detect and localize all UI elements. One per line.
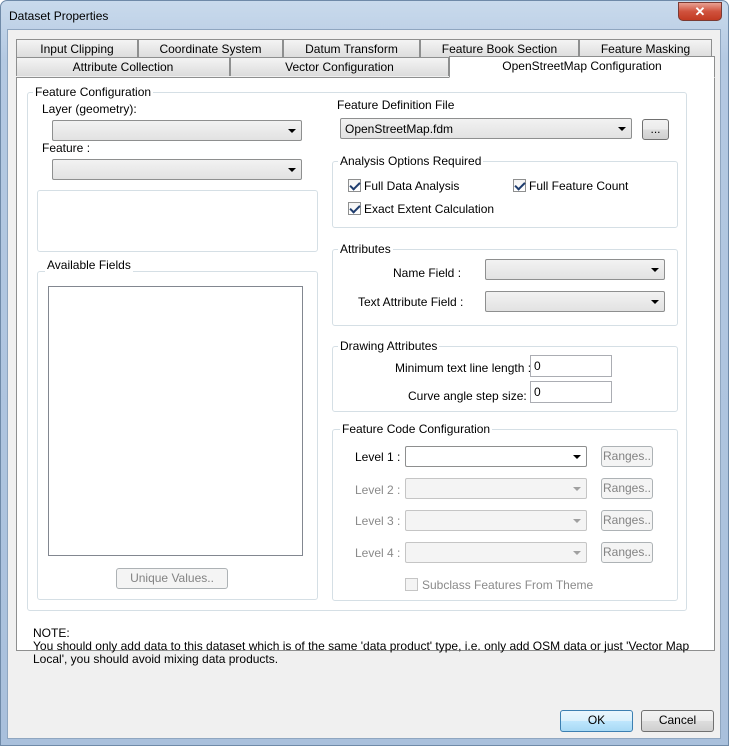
note-text: You should only add data to this dataset… xyxy=(33,639,690,666)
subclass-features-checkbox[interactable] xyxy=(405,578,418,591)
text-attribute-dropdown[interactable] xyxy=(485,291,665,312)
layer-label: Layer (geometry): xyxy=(42,102,137,116)
attributes-title: Attributes xyxy=(338,242,393,256)
close-button[interactable]: ✕ xyxy=(678,2,722,21)
feature-description-box xyxy=(37,190,318,252)
chevron-down-icon xyxy=(618,127,626,131)
chevron-down-icon xyxy=(651,300,659,304)
full-feature-count-label: Full Feature Count xyxy=(529,179,629,193)
name-field-label: Name Field : xyxy=(393,266,462,280)
ok-button[interactable]: OK xyxy=(560,710,633,732)
tab-input-clipping[interactable]: Input Clipping xyxy=(16,39,138,58)
min-text-length-label: Minimum text line length : xyxy=(395,361,532,375)
chevron-down-icon xyxy=(651,268,659,272)
full-feature-count-checkbox[interactable] xyxy=(513,179,526,192)
available-fields-list[interactable] xyxy=(48,286,303,556)
chevron-down-icon xyxy=(288,129,296,133)
chevron-down-icon xyxy=(573,519,581,523)
feature-dropdown[interactable] xyxy=(52,159,302,180)
level3-dropdown[interactable] xyxy=(405,510,587,531)
subclass-features-label: Subclass Features From Theme xyxy=(422,578,594,592)
cancel-button[interactable]: Cancel xyxy=(641,710,714,732)
exact-extent-label: Exact Extent Calculation xyxy=(364,202,495,216)
feature-definition-dropdown[interactable]: OpenStreetMap.fdm xyxy=(340,118,632,139)
level2-ranges-button[interactable]: Ranges.. xyxy=(601,478,653,499)
name-field-dropdown[interactable] xyxy=(485,259,665,280)
note-block: NOTE: You should only add data to this d… xyxy=(33,627,693,666)
level4-dropdown[interactable] xyxy=(405,542,587,563)
tab-attribute-collection[interactable]: Attribute Collection xyxy=(16,57,230,76)
browse-button[interactable]: ... xyxy=(642,119,669,140)
layer-dropdown[interactable] xyxy=(52,120,302,141)
available-fields-title: Available Fields xyxy=(45,258,133,272)
tab-coordinate-system[interactable]: Coordinate System xyxy=(138,39,283,58)
min-text-length-input[interactable]: 0 xyxy=(530,355,612,377)
chevron-down-icon xyxy=(288,168,296,172)
full-data-analysis-checkbox[interactable] xyxy=(348,179,361,192)
level1-ranges-button[interactable]: Ranges.. xyxy=(601,446,653,467)
exact-extent-checkbox[interactable] xyxy=(348,202,361,215)
tab-openstreetmap-configuration[interactable]: OpenStreetMap Configuration xyxy=(449,56,715,78)
drawing-attributes-title: Drawing Attributes xyxy=(338,339,440,353)
level4-ranges-button[interactable]: Ranges.. xyxy=(601,542,653,563)
analysis-options-title: Analysis Options Required xyxy=(338,154,484,168)
feature-definition-label: Feature Definition File xyxy=(337,98,455,112)
feature-code-title: Feature Code Configuration xyxy=(340,422,493,436)
tab-panel: Feature Configuration Layer (geometry): … xyxy=(16,77,715,651)
analysis-options-group xyxy=(332,161,678,228)
title-bar[interactable]: Dataset Properties ✕ xyxy=(1,1,728,31)
level2-label: Level 2 : xyxy=(355,483,401,497)
feature-label: Feature : xyxy=(42,141,91,155)
full-data-analysis-label: Full Data Analysis xyxy=(364,179,460,193)
level1-label: Level 1 : xyxy=(355,450,401,464)
tab-datum-transform[interactable]: Datum Transform xyxy=(283,39,420,58)
chevron-down-icon xyxy=(573,455,581,459)
level4-label: Level 4 : xyxy=(355,546,401,560)
tab-vector-configuration[interactable]: Vector Configuration xyxy=(230,57,449,76)
level3-label: Level 3 : xyxy=(355,514,401,528)
text-attribute-label: Text Attribute Field : xyxy=(358,295,464,309)
dialog-client: Input Clipping Coordinate System Datum T… xyxy=(7,29,721,739)
unique-values-button[interactable]: Unique Values.. xyxy=(116,568,228,589)
curve-angle-label: Curve angle step size: xyxy=(408,389,527,403)
window-title: Dataset Properties xyxy=(9,9,109,23)
chevron-down-icon xyxy=(573,487,581,491)
curve-angle-input[interactable]: 0 xyxy=(530,381,612,403)
level2-dropdown[interactable] xyxy=(405,478,587,499)
level3-ranges-button[interactable]: Ranges.. xyxy=(601,510,653,531)
feature-configuration-title: Feature Configuration xyxy=(33,85,154,99)
chevron-down-icon xyxy=(573,551,581,555)
level1-dropdown[interactable] xyxy=(405,446,587,467)
